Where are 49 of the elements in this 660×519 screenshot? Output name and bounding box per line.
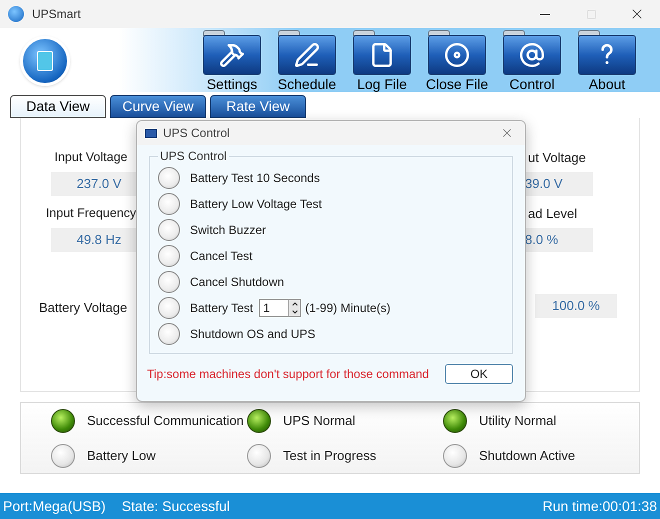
at-sign-icon: [519, 42, 545, 68]
minutes-spinner[interactable]: 1: [259, 299, 302, 317]
option-label: Shutdown OS and UPS: [190, 326, 316, 343]
indicator-label: Shutdown Active: [479, 446, 576, 465]
disc-icon: [444, 42, 470, 68]
hammer-icon: [219, 42, 245, 68]
reading-label: ad Level: [527, 205, 578, 223]
tab[interactable]: Curve View: [110, 95, 206, 118]
indicator-label: Test in Progress: [283, 446, 376, 465]
app-logo: [20, 36, 70, 86]
radio-button[interactable]: [158, 245, 180, 267]
run-time: Run time:00:01:38: [542, 496, 657, 516]
ok-button[interactable]: OK: [445, 364, 513, 384]
option-label: Cancel Shutdown: [190, 274, 284, 291]
app-icon: [8, 6, 24, 22]
reading-label: Input Voltage: [54, 149, 128, 166]
option-label: Battery Test 10 Seconds: [190, 170, 320, 187]
indicator-label: Battery Low: [87, 446, 156, 465]
reading-label: Battery Voltage: [39, 299, 128, 317]
option-label: Cancel Test: [190, 248, 252, 265]
tip-text: Tip:some machines don't support for those command: [147, 366, 429, 383]
maximize-icon: [586, 8, 596, 20]
reading-label: Input Frequency: [46, 205, 136, 222]
option-label: Battery Test: [190, 300, 254, 317]
window-title: UPSmart: [32, 6, 81, 23]
radio-button[interactable]: [158, 167, 180, 189]
indicator-label: Successful Communication: [87, 412, 244, 430]
connection-state: State: Successful: [122, 496, 230, 516]
port-status: Port:Mega(USB): [3, 496, 106, 516]
pen-icon: [294, 42, 320, 68]
reading-label: ut Voltage: [527, 149, 586, 167]
radio-button[interactable]: [158, 219, 180, 241]
document-icon: [369, 42, 395, 68]
option-label: Switch Buzzer: [190, 222, 266, 239]
radio-button[interactable]: [158, 323, 180, 345]
radio-button[interactable]: [158, 193, 180, 215]
dialog-icon: [145, 128, 157, 138]
indicator-label: Utility Normal: [479, 412, 556, 430]
group-title: UPS Control: [159, 148, 228, 165]
indicator-label: UPS Normal: [283, 412, 356, 430]
radio-button[interactable]: [158, 297, 180, 319]
tab[interactable]: Rate View: [210, 95, 306, 118]
radio-button[interactable]: [158, 271, 180, 293]
tab[interactable]: Data View: [10, 95, 106, 118]
range-hint: (1-99) Minute(s): [305, 300, 390, 317]
option-label: Battery Low Voltage Test: [190, 196, 322, 213]
spin-arrows-icon: [288, 300, 300, 316]
reading-value: 100.0 %: [535, 294, 617, 318]
dialog-title: UPS Control: [163, 125, 230, 142]
